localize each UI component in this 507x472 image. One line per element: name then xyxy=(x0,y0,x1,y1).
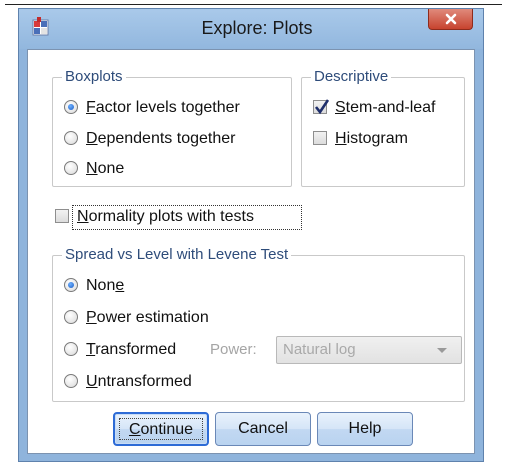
power-estimation-label: Power estimation xyxy=(86,309,209,326)
power-dropdown[interactable]: Natural log xyxy=(276,336,462,364)
spread-vs-level-group: Spread vs Level with Levene Test None Po… xyxy=(52,246,465,402)
dialog-body: Boxplots Factor levels together Dependen… xyxy=(27,49,475,454)
histogram-label: Histogram xyxy=(335,130,408,147)
continue-focus-rect xyxy=(119,418,203,440)
chevron-down-icon xyxy=(437,348,447,353)
close-button[interactable] xyxy=(428,9,473,30)
explore-plots-dialog: Explore: Plots Boxplots Factor levels to… xyxy=(18,8,484,462)
power-dropdown-value: Natural log xyxy=(283,341,356,358)
radio-indicator xyxy=(64,131,78,145)
cancel-button[interactable]: Cancel xyxy=(215,412,311,446)
factor-levels-together-label: Factor levels together xyxy=(86,99,240,116)
checkmark-icon xyxy=(314,99,330,115)
close-x-icon xyxy=(445,13,457,25)
stem-and-leaf-label: Stem-and-leaf xyxy=(335,99,436,116)
checkbox-indicator xyxy=(55,209,69,223)
descriptive-group: Descriptive Stem-and-leaf Histogram xyxy=(301,68,465,187)
radio-indicator xyxy=(64,374,78,388)
dialog-title: Explore: Plots xyxy=(201,18,313,38)
help-button[interactable]: Help xyxy=(317,412,413,446)
top-border-line xyxy=(5,4,502,5)
spread-none-label: None xyxy=(86,277,125,294)
power-label: Power: xyxy=(210,341,257,358)
radio-indicator xyxy=(64,161,78,175)
boxplots-group: Boxplots Factor levels together Dependen… xyxy=(52,68,292,187)
boxplots-legend: Boxplots xyxy=(62,68,126,86)
radio-indicator xyxy=(64,342,78,356)
descriptive-legend: Descriptive xyxy=(311,68,392,86)
title-bar[interactable]: Explore: Plots xyxy=(19,9,483,49)
dependents-together-label: Dependents together xyxy=(86,130,236,147)
boxplots-none-label: None xyxy=(86,160,125,177)
radio-indicator xyxy=(64,100,78,114)
untransformed-label: Untransformed xyxy=(86,373,192,390)
continue-button[interactable]: Continue xyxy=(113,412,209,446)
radio-indicator xyxy=(64,310,78,324)
radio-indicator xyxy=(64,278,78,292)
normality-focus-rect xyxy=(72,205,302,230)
transformed-label: Transformed xyxy=(86,341,177,358)
checkbox-indicator xyxy=(313,99,330,115)
spread-vs-level-legend: Spread vs Level with Levene Test xyxy=(62,246,292,264)
checkbox-indicator xyxy=(313,131,327,145)
